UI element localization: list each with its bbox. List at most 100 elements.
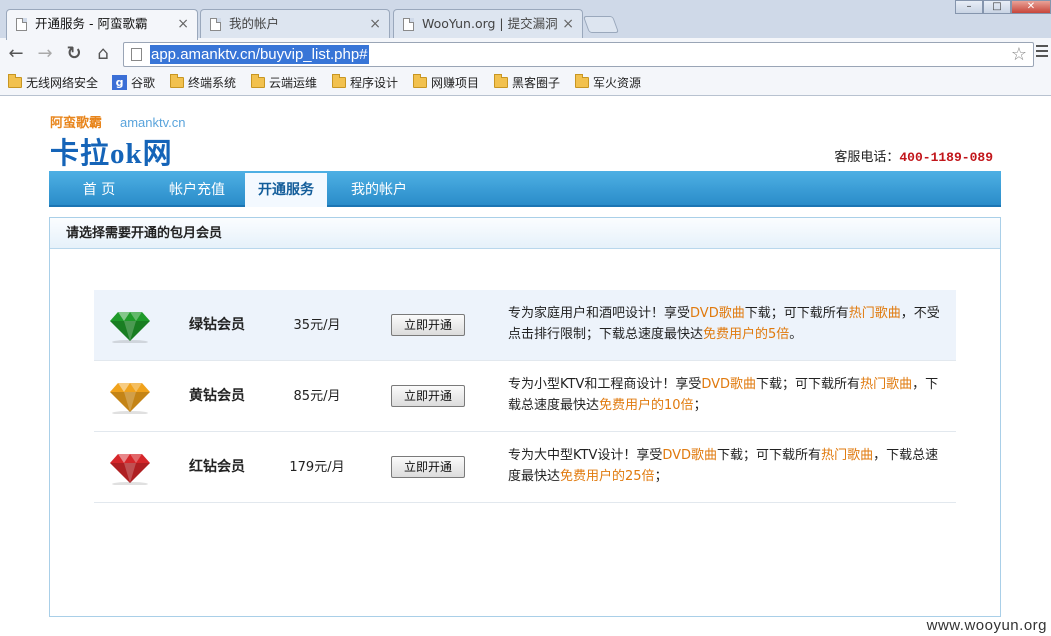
bookmark-folder[interactable]: 黑客圈子 <box>492 74 560 92</box>
page-icon <box>210 18 221 31</box>
tab-wooyun[interactable]: WooYun.org | 提交漏洞 × <box>393 9 583 39</box>
hotline-number: 400-1189-089 <box>899 150 993 165</box>
folder-icon <box>8 74 22 88</box>
desc-text: 下载；可下载所有 <box>744 306 849 321</box>
folder-icon <box>413 74 427 88</box>
bookmark-folder[interactable]: 终端系统 <box>168 74 236 92</box>
bookmarks-bar: 无线网络安全 g 谷歌 终端系统 云端运维 程序设计 网赚项目 黑客圈子 军火资源 <box>0 70 1051 96</box>
plan-description: 专为家庭用户和酒吧设计！享受DVD歌曲下载；可下载所有热门歌曲，不受点击排行限制… <box>508 303 944 345</box>
home-icon[interactable]: ⌂ <box>91 42 115 66</box>
open-yellow-button[interactable]: 立即开通 <box>391 385 465 407</box>
plan-description: 专为小型KTV和工程商设计！享受DVD歌曲下载；可下载所有热门歌曲，下载总速度最… <box>508 374 944 416</box>
highlight-text: DVD歌曲 <box>701 377 757 392</box>
nav-home[interactable]: 首 页 <box>49 171 149 207</box>
plan-name: 红钻会员 <box>189 459 245 475</box>
watermark: www.wooyun.org <box>926 617 1047 634</box>
tab-active[interactable]: 开通服务 - 阿蛮歌霸 × <box>6 9 198 40</box>
close-window-button[interactable]: ✕ <box>1011 0 1051 14</box>
browser-chrome: 开通服务 - 阿蛮歌霸 × 我的帐户 × WooYun.org | 提交漏洞 ×… <box>0 0 1051 96</box>
bookmark-google[interactable]: g 谷歌 <box>111 74 155 92</box>
minimize-button[interactable]: – <box>955 0 983 14</box>
back-icon[interactable]: ← <box>4 42 28 66</box>
green-diamond-icon <box>110 312 150 343</box>
plan-name: 黄钻会员 <box>189 388 245 404</box>
plan-row: 红钻会员 179元/月 立即开通 专为大中型KTV设计！享受DVD歌曲下载；可下… <box>94 432 956 503</box>
bookmark-folder[interactable]: 程序设计 <box>330 74 398 92</box>
folder-icon <box>575 74 589 88</box>
bookmark-label: 无线网络安全 <box>26 76 99 90</box>
service-hotline: 客服电话：400-1189-089 <box>834 146 993 165</box>
membership-panel: 请选择需要开通的包月会员 绿钻会员 35元/月 立即开通 专为家庭用户和酒吧设计… <box>49 217 1001 617</box>
window-controls: – □ ✕ <box>955 0 1051 14</box>
address-bar[interactable]: app.amanktv.cn/buyvip_list.php# ☆ <box>123 42 1034 67</box>
desc-text: 专为大中型KTV设计！享受 <box>508 448 663 463</box>
desc-text: 。 <box>789 327 803 342</box>
bookmark-label: 谷歌 <box>131 76 156 90</box>
tab-close-icon[interactable]: × <box>562 10 574 38</box>
open-green-button[interactable]: 立即开通 <box>391 314 465 336</box>
logo-title: 卡拉ok网 <box>50 138 173 170</box>
highlight-text: 热门歌曲 <box>821 448 874 463</box>
desc-text: 下载；可下载所有 <box>717 448 822 463</box>
bookmark-label: 程序设计 <box>350 76 399 90</box>
bookmark-star-icon[interactable]: ☆ <box>1011 43 1027 66</box>
highlight-text: 免费用户的10倍 <box>599 398 694 413</box>
tab-account[interactable]: 我的帐户 × <box>200 9 390 39</box>
highlight-text: DVD歌曲 <box>662 448 718 463</box>
bookmark-label: 军火资源 <box>593 76 642 90</box>
new-tab-button[interactable] <box>582 16 620 33</box>
highlight-text: 免费用户的5倍 <box>703 327 790 342</box>
page-icon <box>16 18 27 31</box>
bookmark-folder[interactable]: 无线网络安全 <box>6 74 98 92</box>
bookmark-label: 云端运维 <box>269 76 318 90</box>
maximize-button[interactable]: □ <box>983 0 1011 14</box>
folder-icon <box>251 74 265 88</box>
nav-my-account[interactable]: 我的帐户 <box>327 171 431 207</box>
plan-price: 85元/月 <box>293 389 341 404</box>
plan-name: 绿钻会员 <box>189 317 245 333</box>
bookmark-folder[interactable]: 军火资源 <box>573 74 641 92</box>
highlight-text: 免费用户的25倍 <box>560 469 655 484</box>
google-icon: g <box>112 75 127 90</box>
hotline-label: 客服电话： <box>834 150 900 165</box>
tab-title: 开通服务 - 阿蛮歌霸 <box>35 16 148 31</box>
page-icon <box>403 18 414 31</box>
logo-brand: 阿蛮歌霸 <box>50 115 103 130</box>
gem-facet <box>112 482 148 485</box>
bookmark-folder[interactable]: 云端运维 <box>249 74 317 92</box>
tab-strip: 开通服务 - 阿蛮歌霸 × 我的帐户 × WooYun.org | 提交漏洞 ×… <box>0 0 1051 40</box>
nav-open-service[interactable]: 开通服务 <box>245 173 327 207</box>
plan-row: 绿钻会员 35元/月 立即开通 专为家庭用户和酒吧设计！享受DVD歌曲下载；可下… <box>94 290 956 361</box>
main-nav: 首 页 帐户充值 开通服务 我的帐户 <box>49 171 1001 207</box>
logo-domain: amanktv.cn <box>120 115 186 130</box>
desc-text: ； <box>654 469 668 484</box>
open-red-button[interactable]: 立即开通 <box>391 456 465 478</box>
url-text[interactable]: app.amanktv.cn/buyvip_list.php# <box>150 45 369 64</box>
desc-text: 专为小型KTV和工程商设计！享受 <box>508 377 702 392</box>
bookmark-label: 网赚项目 <box>431 76 480 90</box>
plan-price: 35元/月 <box>293 318 341 333</box>
panel-title: 请选择需要开通的包月会员 <box>50 218 1000 249</box>
yellow-diamond-icon <box>110 383 150 414</box>
gem-facet <box>112 340 148 343</box>
desc-text: 下载；可下载所有 <box>756 377 861 392</box>
plan-price: 179元/月 <box>289 460 345 475</box>
forward-icon[interactable]: → <box>33 42 57 66</box>
tab-close-icon[interactable]: × <box>369 10 381 38</box>
desc-text: 专为家庭用户和酒吧设计！享受 <box>508 306 691 321</box>
highlight-text: DVD歌曲 <box>690 306 745 321</box>
bookmark-folder[interactable]: 网赚项目 <box>411 74 479 92</box>
folder-icon <box>170 74 184 88</box>
tab-close-icon[interactable]: × <box>177 10 189 38</box>
plan-description: 专为大中型KTV设计！享受DVD歌曲下载；可下载所有热门歌曲，下载总速度最快达免… <box>508 445 944 487</box>
red-diamond-icon <box>110 454 150 485</box>
nav-recharge[interactable]: 帐户充值 <box>149 171 245 207</box>
browser-toolbar: ← → ↻ ⌂ app.amanktv.cn/buyvip_list.php# … <box>0 38 1051 70</box>
gem-facet <box>112 411 148 414</box>
reload-icon[interactable]: ↻ <box>62 42 86 66</box>
menu-icon[interactable] <box>1036 45 1048 60</box>
desc-text: ； <box>693 398 707 413</box>
site-logo[interactable]: 阿蛮歌霸 amanktv.cn 卡拉ok网 <box>50 112 210 170</box>
plan-row: 黄钻会员 85元/月 立即开通 专为小型KTV和工程商设计！享受DVD歌曲下载；… <box>94 361 956 432</box>
bookmark-label: 终端系统 <box>188 76 237 90</box>
